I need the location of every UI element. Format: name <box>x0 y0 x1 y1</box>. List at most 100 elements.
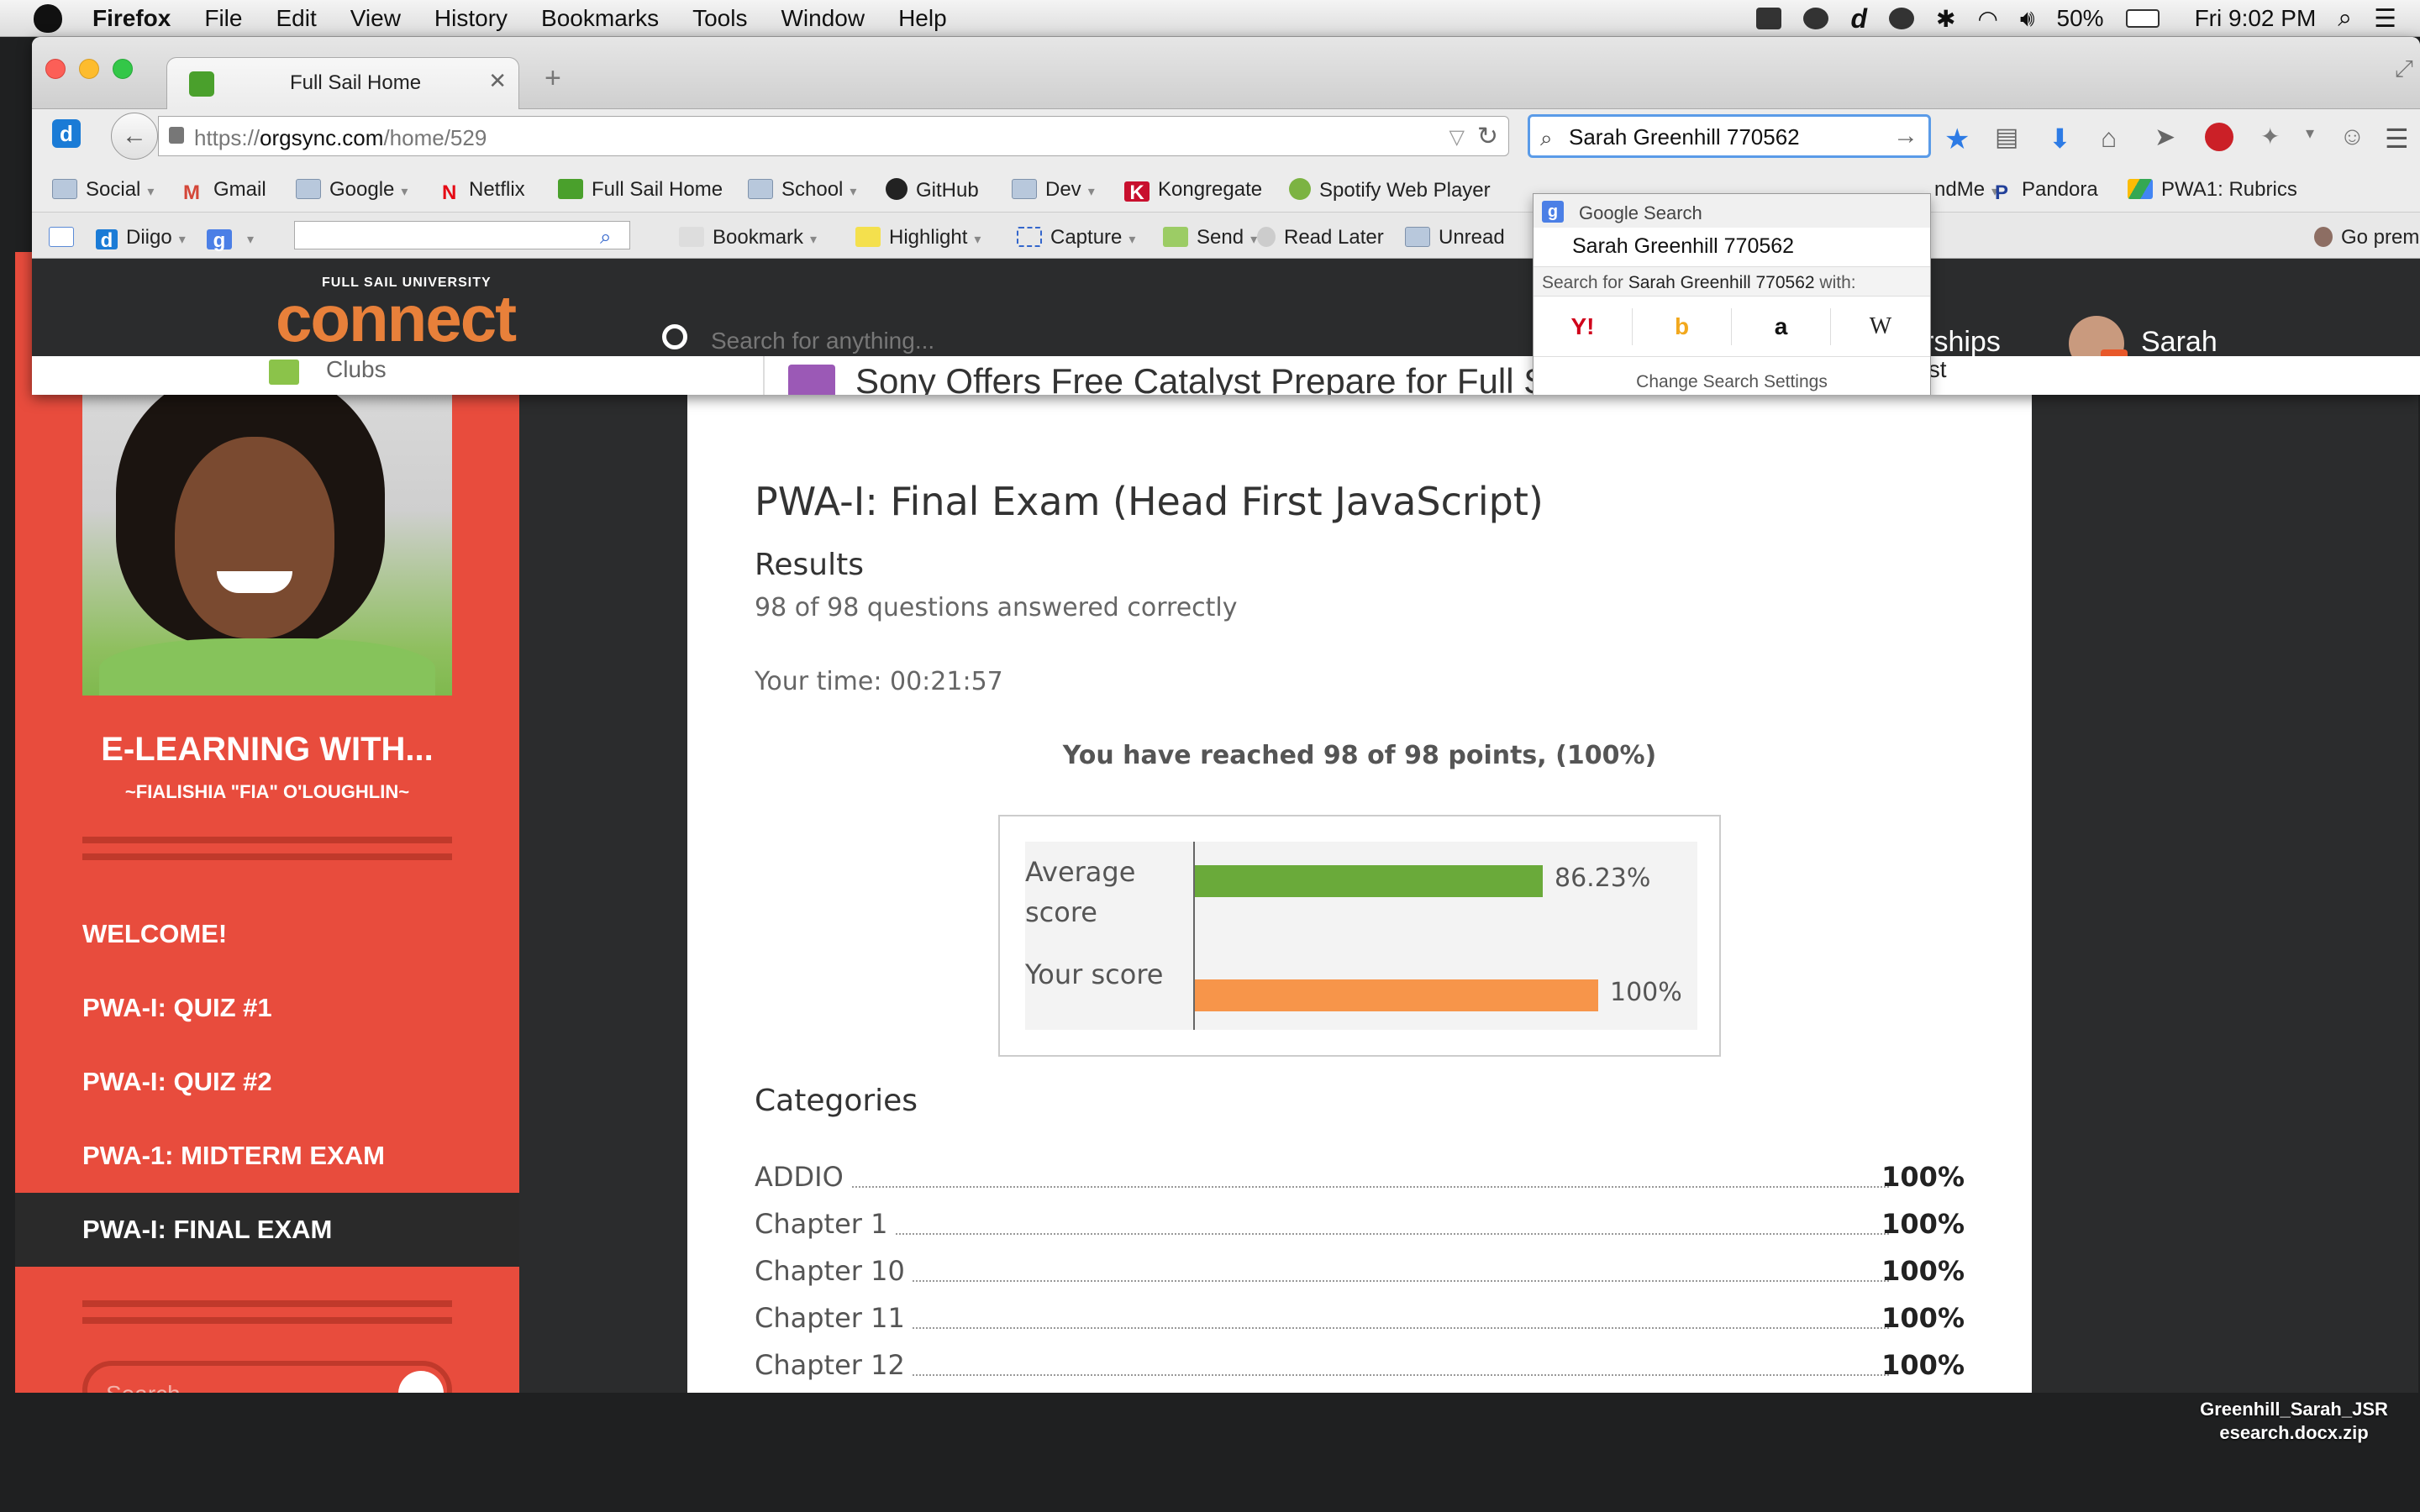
clubs-link[interactable]: Clubs <box>326 356 387 383</box>
diigo-bookmark-button[interactable]: Bookmark ▾ <box>679 226 817 249</box>
search-suggestion-item[interactable]: Sarah Greenhill 770562 <box>1572 234 1794 259</box>
nav-quiz-2[interactable]: PWA-I: QUIZ #2 <box>82 1067 272 1097</box>
bing-icon[interactable]: b <box>1633 308 1732 345</box>
menu-tools[interactable]: Tools <box>692 5 747 32</box>
tab-bar: Full Sail Home ✕ + ⤢ <box>32 37 2420 109</box>
dashlane-icon[interactable]: d <box>1850 3 1867 34</box>
bookmark-google[interactable]: Google ▾ <box>296 178 408 202</box>
pinterest-icon[interactable] <box>2205 123 2233 151</box>
wifi-icon[interactable]: ◠ <box>1977 5 1997 33</box>
bookmark-star-icon[interactable]: ★ <box>1944 123 1971 155</box>
diigo-search-icon[interactable]: ⌕ <box>600 226 611 249</box>
search-go-icon[interactable]: → <box>1893 122 1918 150</box>
search-bar[interactable]: ⌕ → <box>1528 114 1931 158</box>
fullscreen-icon[interactable]: ⤢ <box>2395 55 2413 83</box>
diigo-menu[interactable]: d Diigo ▾ <box>96 226 186 252</box>
bookmark-findme[interactable]: ndMe ▾ <box>1934 178 1998 202</box>
nav-quiz-1[interactable]: PWA-I: QUIZ #1 <box>82 993 272 1023</box>
menu-edit[interactable]: Edit <box>276 5 316 32</box>
extension-dropdown-icon[interactable]: ▾ <box>2306 123 2333 150</box>
battery-percent[interactable]: 50% <box>2057 5 2104 32</box>
bookmark-netflix[interactable]: N Netflix <box>442 178 525 204</box>
diigo-send-button[interactable]: Send ▾ <box>1163 226 1257 249</box>
bookmarks-menu-icon[interactable]: ▤ <box>1995 123 2022 151</box>
navigation-toolbar: d https://orgsync.com/home/529 ▽ ↻ ← ⌕ →… <box>32 109 2420 166</box>
menu-app-firefox[interactable]: Firefox <box>92 5 171 32</box>
volume-icon[interactable]: 🔊︎ <box>2020 5 2035 33</box>
apple-icon[interactable] <box>34 3 62 33</box>
hamburger-menu-icon[interactable]: ☰ <box>2385 123 2412 154</box>
wikipedia-icon[interactable]: W <box>1831 308 1930 345</box>
menu-window[interactable]: Window <box>781 5 865 32</box>
extension-icon[interactable]: ✦ <box>2260 123 2287 150</box>
url-bar[interactable]: https://orgsync.com/home/529 ▽ ↻ <box>158 116 1509 156</box>
suggestion-header: g Google Search <box>1534 194 1930 228</box>
yahoo-icon[interactable]: Y! <box>1534 308 1633 345</box>
go-premium-link[interactable]: Go premium <box>2314 226 2420 249</box>
clock[interactable]: Fri 9:02 PM <box>2195 5 2317 32</box>
bookmark-gmail[interactable]: M Gmail <box>183 178 266 204</box>
diigo-highlight-button[interactable]: Highlight ▾ <box>855 226 981 249</box>
menu-bookmarks[interactable]: Bookmarks <box>541 5 659 32</box>
back-button[interactable]: ← <box>111 113 158 160</box>
bookmark-school[interactable]: School ▾ <box>748 178 856 202</box>
search-input[interactable] <box>1569 122 1888 152</box>
chat-icon[interactable]: ☺ <box>2339 123 2366 150</box>
profile-photo <box>82 386 452 696</box>
desktop-file-icon[interactable]: Greenhill_Sarah_JSR esearch.docx.zip <box>2185 1398 2403 1445</box>
spotlight-icon[interactable]: ⌕ <box>2338 4 2352 33</box>
amazon-icon[interactable]: a <box>1732 308 1831 345</box>
downloads-icon[interactable]: ⬇ <box>2049 123 2075 154</box>
diigo-capture-button[interactable]: Capture ▾ <box>1017 226 1135 249</box>
search-button[interactable] <box>398 1371 444 1393</box>
reload-icon[interactable]: ↻ <box>1477 122 1498 151</box>
user-name-menu[interactable]: Sarah <box>2141 326 2217 359</box>
minimize-window-button[interactable] <box>79 59 99 79</box>
pandora-icon: P <box>1995 181 2009 204</box>
category-name: Chapter 11 <box>755 1302 912 1334</box>
categories-heading: Categories <box>755 1084 918 1118</box>
new-tab-icon[interactable]: + <box>544 62 561 95</box>
notification-center-icon[interactable]: ☰ <box>2374 4 2396 34</box>
change-search-settings-button[interactable]: Change Search Settings <box>1534 372 1930 392</box>
menu-history[interactable]: History <box>434 5 508 32</box>
search-icon[interactable] <box>662 324 687 349</box>
menu-help[interactable]: Help <box>898 5 947 32</box>
battery-icon[interactable] <box>2125 9 2160 28</box>
creative-cloud-icon[interactable] <box>1803 8 1829 29</box>
nav-midterm-exam[interactable]: PWA-1: MIDTERM EXAM <box>82 1141 385 1171</box>
nav-welcome[interactable]: WELCOME! <box>82 919 227 949</box>
bookmark-kongregate[interactable]: K Kongregate <box>1124 178 1262 204</box>
dropdown-preview-strip: Clubs Sony Offers Free Catalyst Prepare … <box>32 356 2420 395</box>
sidebar-search-input[interactable]: Search <box>82 1361 452 1393</box>
zoom-window-button[interactable] <box>113 59 133 79</box>
news-headline-link[interactable]: Sony Offers Free Catalyst Prepare for Fu… <box>855 361 1582 395</box>
tab-close-icon[interactable]: ✕ <box>488 68 507 94</box>
connect-logo[interactable]: connect <box>276 281 517 357</box>
tab-full-sail-home[interactable]: Full Sail Home ✕ <box>166 57 519 109</box>
bookmark-pandora[interactable]: P Pandora <box>1995 178 2098 204</box>
menu-file[interactable]: File <box>204 5 242 32</box>
bookmark-social[interactable]: Social ▾ <box>52 178 154 202</box>
time-machine-icon[interactable] <box>1888 8 1914 29</box>
bookmark-github[interactable]: GitHub <box>886 178 979 202</box>
google-engine-selector[interactable]: g ▾ <box>207 226 254 252</box>
diigo-search-input[interactable] <box>294 221 630 249</box>
menu-view[interactable]: View <box>350 5 401 32</box>
diigo-icon[interactable]: d <box>52 119 81 148</box>
diigo-unread-button[interactable]: Unread <box>1405 226 1505 249</box>
nav-final-exam[interactable]: PWA-I: FINAL EXAM <box>82 1215 332 1245</box>
close-window-button[interactable] <box>45 59 66 79</box>
bookmark-full-sail-home[interactable]: Full Sail Home <box>558 178 723 202</box>
cat-icon[interactable] <box>1756 8 1782 29</box>
diigo-read-later-button[interactable]: Read Later <box>1257 226 1384 249</box>
bookmark-pwa1-rubrics[interactable]: PWA1: Rubrics <box>2128 178 2297 202</box>
bluetooth-icon[interactable]: ✱ <box>1936 5 1955 33</box>
home-icon[interactable]: ⌂ <box>2101 123 2128 153</box>
site-search-input[interactable]: Search for anything... <box>711 328 934 354</box>
bookmark-dev[interactable]: Dev ▾ <box>1012 178 1095 202</box>
url-history-dropdown-icon[interactable]: ▽ <box>1449 125 1465 150</box>
send-icon[interactable]: ➤ <box>2154 123 2181 151</box>
bookmark-spotify[interactable]: Spotify Web Player <box>1289 178 1491 202</box>
diigo-sidebar-icon[interactable] <box>49 226 82 249</box>
